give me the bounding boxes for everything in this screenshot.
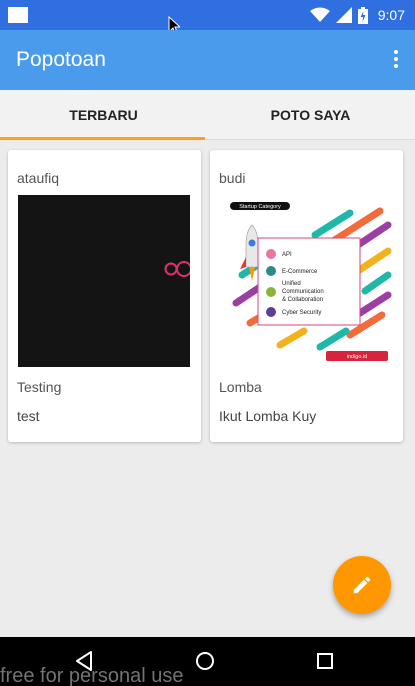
post-image bbox=[18, 195, 190, 367]
startup-poster: Startup Category API E-Commerce Unified … bbox=[230, 202, 392, 361]
tab-terbaru[interactable]: TERBARU bbox=[0, 90, 207, 140]
watermark-text: free for personal use bbox=[0, 665, 184, 686]
wifi-icon bbox=[309, 7, 330, 22]
poster-item: & Collaboration bbox=[282, 297, 323, 303]
image-content bbox=[164, 261, 190, 277]
post-description: test bbox=[17, 408, 40, 424]
poster-item: E-Commerce bbox=[282, 269, 318, 275]
signal-icon bbox=[335, 7, 352, 23]
tab-poto-saya[interactable]: POTO SAYA bbox=[207, 90, 414, 140]
tab-bar: TERBARU POTO SAYA bbox=[0, 90, 415, 140]
post-caption: Testing bbox=[17, 379, 62, 395]
status-time: 9:07 bbox=[377, 7, 405, 23]
edit-icon bbox=[353, 576, 371, 594]
post-author: budi bbox=[219, 170, 246, 186]
app-title: Popotoan bbox=[16, 48, 106, 71]
post-image: Startup Category API E-Commerce Unified … bbox=[220, 195, 392, 367]
poster-heading: Startup Category bbox=[239, 204, 281, 210]
poster-item: Unified bbox=[282, 281, 301, 287]
post-description: Ikut Lomba Kuy bbox=[219, 408, 317, 424]
home-icon[interactable] bbox=[194, 650, 216, 672]
app-bar: Popotoan bbox=[0, 30, 415, 90]
status-bar: 9:07 bbox=[0, 0, 415, 36]
battery-icon bbox=[357, 6, 368, 24]
post-caption: Lomba bbox=[219, 379, 262, 395]
post-card[interactable]: budi Startup Category API E-Commerce Uni… bbox=[210, 150, 403, 442]
poster-item: Cyber Security bbox=[282, 310, 321, 316]
poster-item: Communication bbox=[282, 289, 324, 295]
post-author: ataufiq bbox=[17, 170, 60, 186]
more-vert-icon[interactable] bbox=[393, 50, 399, 70]
edit-fab-button[interactable] bbox=[333, 556, 391, 614]
poster-footer: indigo.id bbox=[347, 354, 368, 360]
poster-item: API bbox=[282, 252, 292, 258]
post-card[interactable]: ataufiq Testing test bbox=[8, 150, 201, 442]
recents-icon[interactable] bbox=[316, 650, 334, 672]
notification-icon bbox=[8, 7, 28, 23]
tab-indicator bbox=[0, 137, 205, 140]
